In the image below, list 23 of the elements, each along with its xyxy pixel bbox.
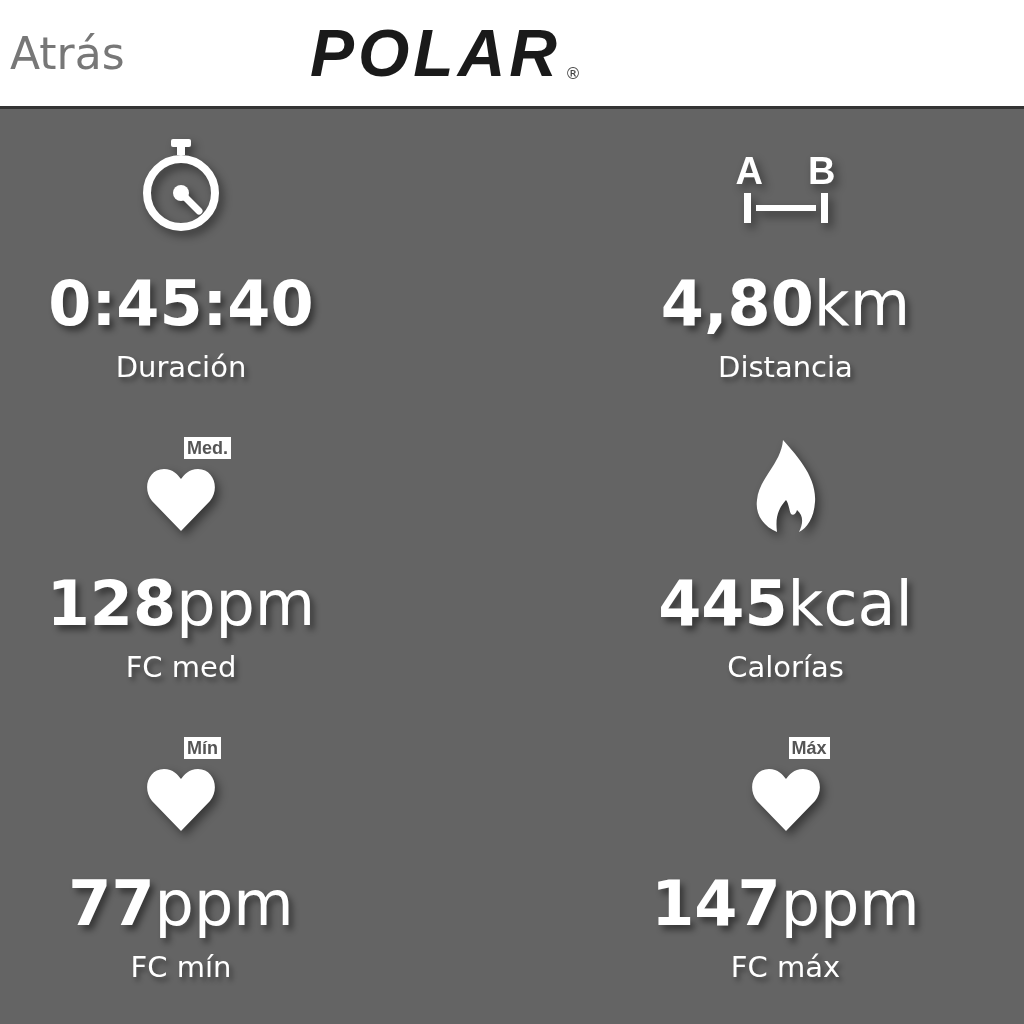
heart-icon xyxy=(146,467,216,531)
heart-badge: Med. xyxy=(184,437,231,459)
heart-badge: Mín xyxy=(184,737,221,759)
logo: POLAR xyxy=(310,15,561,91)
stat-value: 0:45:40 xyxy=(48,266,314,342)
heart-badge: Máx xyxy=(788,737,830,759)
heart-icon xyxy=(750,767,821,831)
stat-label: FC med xyxy=(125,649,237,686)
stat-label: FC máx xyxy=(730,949,841,986)
registered-mark: ® xyxy=(565,63,581,83)
stat-label: Duración xyxy=(115,349,247,386)
heart-icon xyxy=(146,767,216,831)
back-link[interactable]: Atrás xyxy=(10,27,300,79)
stat-value: 77ppm xyxy=(68,866,294,942)
stopwatch-icon xyxy=(141,139,221,233)
stat-value: 445kcal xyxy=(658,566,913,642)
stat-label: Distancia xyxy=(718,349,853,386)
stat-value: 147ppm xyxy=(651,866,920,942)
stat-label: FC mín xyxy=(130,949,232,986)
stat-label: Calorías xyxy=(727,649,844,686)
stat-value: 128ppm xyxy=(46,566,316,642)
stat-value: 4,80km xyxy=(660,266,911,342)
flame-icon xyxy=(754,440,817,532)
